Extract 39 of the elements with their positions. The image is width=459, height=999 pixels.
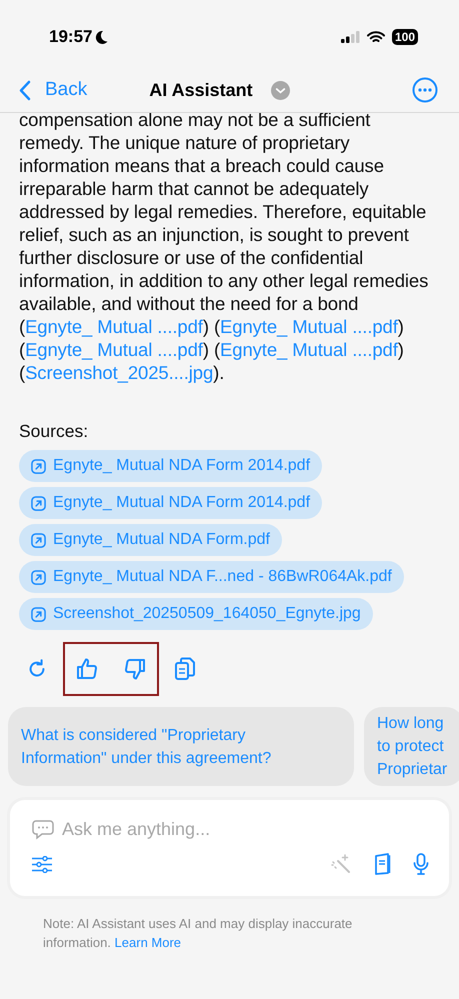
- chevron-down-icon[interactable]: [270, 80, 290, 100]
- thumbs-up-icon[interactable]: [75, 657, 99, 682]
- microphone-icon[interactable]: [413, 853, 429, 875]
- moon-icon: [94, 30, 108, 44]
- nav-title: AI Assistant: [149, 78, 253, 102]
- suggestion-chip[interactable]: What is considered "Proprietary Information" under this agreement?: [8, 707, 354, 786]
- chat-bubble-icon: [32, 819, 54, 840]
- back-button[interactable]: Back: [19, 76, 88, 104]
- disclaimer-note: Note: AI Assistant uses AI and may display inaccurate information. Learn More: [43, 915, 354, 952]
- message-input[interactable]: Ask me anything...: [62, 816, 402, 843]
- thumbs-down-icon[interactable]: [123, 657, 147, 682]
- more-icon[interactable]: [412, 77, 438, 103]
- wifi-icon: [366, 30, 385, 44]
- sliders-icon[interactable]: [32, 856, 52, 872]
- sources-label: Sources:: [19, 420, 90, 443]
- back-chevron-icon: [19, 80, 31, 100]
- external-link-icon: [31, 606, 46, 622]
- suggestion-chip[interactable]: How long to protect Proprietar: [364, 707, 459, 786]
- signal-icon: [340, 31, 360, 43]
- external-link-icon: [31, 496, 46, 511]
- source-chip[interactable]: Egnyte_ Mutual NDA Form.pdf: [19, 524, 282, 556]
- source-chip[interactable]: Screenshot_20250509_164050_Egnyte.jpg: [19, 598, 373, 630]
- status-time: 19:57: [49, 26, 92, 48]
- battery-indicator: 100: [392, 29, 418, 45]
- source-chip[interactable]: Egnyte_ Mutual NDA F...ned - 86BwR064Ak.pdf: [19, 561, 404, 594]
- external-link-icon: [31, 532, 46, 548]
- copy-icon[interactable]: [174, 657, 196, 682]
- source-link[interactable]: Egnyte_ Mutual ....pdf: [25, 339, 203, 360]
- source-link[interactable]: Egnyte_ Mutual ....pdf: [25, 316, 203, 337]
- external-link-icon: [31, 570, 46, 585]
- source-link[interactable]: Screenshot_2025....jpg: [25, 362, 214, 383]
- source-link[interactable]: Egnyte_ Mutual ....pdf: [220, 316, 398, 337]
- external-link-icon: [31, 458, 46, 474]
- source-chip[interactable]: Egnyte_ Mutual NDA Form 2014.pdf: [19, 450, 322, 482]
- learn-more-link[interactable]: Learn More: [114, 935, 182, 950]
- source-chip[interactable]: Egnyte_ Mutual NDA Form 2014.pdf: [19, 487, 322, 520]
- source-link[interactable]: Egnyte_ Mutual ....pdf: [220, 339, 398, 360]
- magic-wand-icon[interactable]: [331, 854, 351, 874]
- notebook-icon[interactable]: [374, 853, 391, 875]
